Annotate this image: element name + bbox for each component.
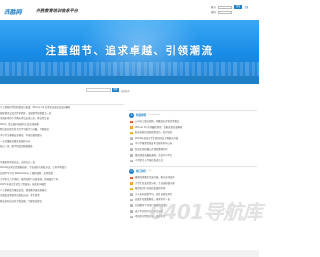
list-item-title[interactable]: 公司员工职业规划，明确目标才能走得更远 [135, 120, 179, 123]
register-link[interactable]: 注册 [244, 5, 248, 9]
login-box: 帐号 密码 登录 注册 [211, 5, 255, 15]
list-item-title[interactable]: 家长如何应对孩子叛逆期，专家给出建议 [0, 200, 42, 203]
list-item-title[interactable]: 小学新生入学报名指南汇总 [135, 159, 163, 162]
list-item[interactable]: 每日一练：数学思维训练题精选 [0, 144, 124, 150]
rank-number: 1 [129, 176, 133, 180]
list-item-title[interactable]: 国际教育交流合作新趋势，出国留学规划要点一览 [0, 112, 51, 115]
username-label: 帐号 [211, 6, 216, 9]
list-item-title[interactable]: 暑期托管服务全面开展，家长反响良好 [135, 176, 175, 179]
rank-number: 3 [129, 187, 133, 191]
recommend-panel-header: S 特别推荐 Recommend [129, 111, 257, 119]
list-item-title[interactable]: 大学新生入学须知：报到流程与注意事项，你准备好了吗 [0, 178, 58, 181]
article-list: 人工智能时代的新挑战与机遇：iPhone 16 全系新品发布会盛况解析 国际教育交… [0, 104, 124, 205]
list-item-title[interactable]: 全国各地中小学期末考试安排公布，家长需注意 [0, 117, 49, 120]
rank-number: 4 [129, 193, 133, 196]
list-item-title[interactable]: 2024年高考志愿填报指南：专业选择与院校对比，让你不再迷茫 [0, 166, 66, 169]
hot-search-label[interactable]: 热搜推荐 [121, 89, 130, 93]
search-bar: 搜索 热搜推荐 [0, 86, 259, 94]
list-item-title[interactable]: 职业技能培训新政策出台，助力就业 [135, 131, 172, 134]
list-item-title[interactable]: 在线学习平台 MasterClass 上线新课程，名师授课 [0, 172, 53, 175]
list-item-title[interactable]: 2024，第五届科技创新大会在线直播 [0, 123, 39, 126]
list-item-title[interactable]: 一文读懂职业教育发展新方向 [0, 140, 30, 143]
rank-number: 4 [129, 137, 133, 140]
site-header: 齐胜网 QISHENGW 齐胜教育培训信息平台 帐号 密码 登录 注册 [0, 0, 259, 20]
login-button[interactable]: 登录 [234, 5, 242, 9]
site-slogan: 齐胜教育培训信息平台 [36, 8, 78, 13]
hero-banner: 注重细节、追求卓越、引领潮流 [0, 20, 259, 76]
rank-number: 3 [129, 131, 133, 135]
recommend-title[interactable]: 特别推荐 [136, 113, 146, 117]
hot-badge-icon: H [129, 168, 134, 174]
watermark-text: 0401导航库 [150, 200, 263, 224]
list-divider [0, 150, 124, 160]
list-item[interactable]: 8 小学新生入学报名指南汇总 [129, 158, 257, 164]
password-input[interactable] [218, 10, 232, 14]
hot-subtitle: Hot [148, 170, 152, 172]
list-item-title[interactable]: 苹果新机型发布会，价格亮点一览 [0, 161, 35, 164]
list-item-title[interactable]: 我们如何提升孩子的学习能力与兴趣，专家建议 [0, 128, 49, 131]
list-item[interactable]: 家长如何应对孩子叛逆期，专家给出建议 [0, 199, 124, 205]
list-item-title[interactable]: 中小学教师资格证考试报名时间公布 [135, 142, 172, 145]
recommend-panel: S 特别推荐 Recommend 1 公司员工职业规划，明确目标才能走得更远 2 iP… [129, 110, 257, 164]
list-item-title[interactable]: 2025 年研究生招生计划发布，报名时间确定 [0, 183, 46, 186]
recommend-subtitle: Recommend [148, 114, 160, 116]
list-item-title[interactable]: 中小学生暑期安全教育，不容忽视的细节 [0, 134, 42, 137]
rank-number: 8 [129, 159, 133, 163]
list-item-title[interactable]: 教育培训行业规范发展新举措 [135, 187, 165, 190]
rank-number: 7 [129, 154, 133, 157]
list-item-title[interactable]: 大学生就业形势分析，专业选择很关键 [135, 182, 175, 185]
hot-title[interactable]: 热门排行 [136, 169, 146, 173]
username-input[interactable] [218, 5, 232, 9]
rank-number: 2 [129, 126, 133, 129]
list-item-title[interactable]: 每日一练：数学思维训练题精选 [0, 145, 33, 148]
password-label: 密码 [211, 11, 216, 14]
list-item-title[interactable]: 名校名师直播公开课免费预约中 [135, 148, 168, 151]
main-nav-bar [0, 76, 259, 84]
banner-city-skyline [0, 62, 259, 76]
list-item-title[interactable]: 人工智能时代的新挑战与机遇：iPhone 16 全系新品发布会盛况解析 [0, 106, 71, 109]
rank-number: 7 [129, 210, 133, 213]
site-logo-subtitle: QISHENGW [4, 13, 18, 15]
list-item-title[interactable]: 人工智能助力教育变革，课堂教学迎来新模式 [0, 189, 47, 192]
rank-number: 6 [129, 204, 133, 208]
password-row: 密码 [211, 10, 255, 14]
rank-number: 2 [129, 182, 133, 185]
list-item-title[interactable]: iPhone 15 系列最新测评，性能表现全面解析 [135, 126, 182, 129]
rank-number: 5 [129, 142, 133, 146]
banner-title: 注重细节、追求卓越、引领潮流 [45, 45, 214, 57]
site-footer [0, 250, 259, 257]
list-item-title[interactable]: 教育部发布最新通知，涉及中小学生 [135, 154, 172, 157]
list-item-title[interactable]: 2024年全国大学生创新创业大赛报名开始 [135, 137, 178, 140]
rank-number: 1 [129, 120, 133, 124]
rank-number: 6 [129, 148, 133, 152]
username-row: 帐号 [211, 5, 255, 9]
recommend-badge-icon: S [129, 112, 134, 118]
rank-number: 8 [129, 215, 133, 219]
search-button[interactable]: 搜索 [112, 88, 119, 92]
hot-panel-header: H 热门排行 Hot [129, 167, 257, 175]
list-item-title[interactable]: 全国英语等级考试报名启动，考生抓紧 [0, 194, 40, 197]
search-input[interactable] [86, 88, 111, 92]
rank-number: 5 [129, 198, 133, 202]
